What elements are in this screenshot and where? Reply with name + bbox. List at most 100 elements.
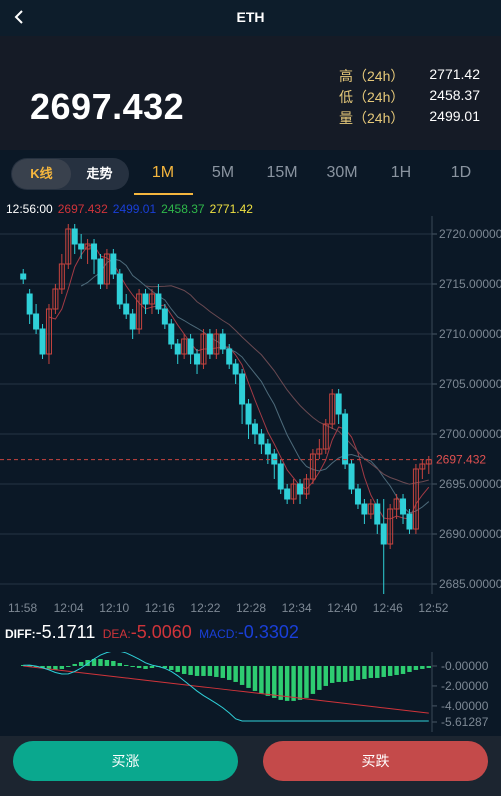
- candle-body: [161, 308, 168, 325]
- y-tick-label: 2685.00000: [439, 577, 501, 591]
- macd-bar: [317, 665, 322, 690]
- macd-diff-value: -5.1711: [35, 622, 96, 642]
- stat-low: 低（24h） 2458.37: [339, 87, 489, 107]
- candle-body: [168, 323, 175, 345]
- last-price-label: 2697.432: [436, 453, 486, 467]
- candle-body: [123, 303, 130, 315]
- diff-line: [23, 652, 429, 722]
- macd-bar: [297, 665, 303, 700]
- stat-value: 2771.42: [429, 66, 480, 82]
- candle-body: [129, 313, 136, 330]
- tab-trend[interactable]: 走势: [71, 159, 128, 189]
- tab-interval-5m[interactable]: 5M: [201, 164, 245, 182]
- candle-body: [206, 333, 213, 355]
- candle-body: [71, 228, 78, 245]
- macd-bar: [149, 665, 155, 668]
- macd-bar: [387, 665, 393, 676]
- buy-down-button[interactable]: 买跌: [263, 741, 488, 781]
- candle-body: [277, 463, 284, 490]
- macd-bar: [130, 665, 135, 667]
- macd-bar: [66, 665, 71, 667]
- candle-body: [26, 293, 33, 315]
- legend-close: 2771.42: [209, 202, 253, 216]
- page-title: ETH: [236, 9, 265, 25]
- ma10-line: [80, 258, 430, 514]
- candle-body: [258, 433, 265, 445]
- macd-bar: [214, 665, 219, 677]
- macd-bar: [233, 665, 238, 682]
- legend-high: 2499.01: [112, 202, 157, 216]
- candle-body: [232, 363, 239, 375]
- macd-bar: [239, 665, 245, 685]
- candle-body: [335, 393, 342, 415]
- macd-bar: [201, 665, 206, 676]
- candle-body: [110, 253, 117, 275]
- candle-body: [239, 373, 246, 405]
- candle-body: [245, 403, 252, 425]
- tab-interval-30m[interactable]: 30M: [320, 164, 364, 182]
- macd-diff-label: DIFF:: [5, 627, 36, 641]
- candle-body: [20, 273, 27, 280]
- stat-high: 高（24h） 2771.42: [339, 66, 489, 86]
- x-tick-label: 12:10: [99, 601, 129, 615]
- macd-bar: [323, 665, 328, 686]
- macd-bar: [143, 665, 148, 669]
- candle-body: [226, 348, 233, 365]
- x-tick-label: 11:58: [8, 601, 37, 615]
- chart-mode-toggle: K线 走势: [11, 158, 129, 190]
- trade-bar: 买涨 买跌: [0, 736, 501, 796]
- macd-bar: [407, 665, 412, 672]
- macd-bar: [265, 665, 271, 696]
- macd-bar: [169, 665, 174, 670]
- candle-body: [348, 463, 355, 490]
- y-tick-label: 2705.00000: [439, 377, 501, 391]
- legend-time: 12:56:00: [6, 202, 53, 216]
- macd-bar: [181, 665, 187, 674]
- macd-macd-value: -0.3302: [237, 622, 299, 642]
- tab-interval-1h[interactable]: 1H: [379, 164, 423, 182]
- macd-bar: [188, 665, 193, 675]
- price-summary: 2697.432 高（24h） 2771.42 低（24h） 2458.37 量…: [0, 36, 501, 150]
- tab-kline[interactable]: K线: [12, 159, 71, 189]
- tab-interval-1d[interactable]: 1D: [439, 164, 483, 182]
- candlestick-chart[interactable]: 2720.00000 2715.00000 2710.00000 2705.00000…: [0, 216, 501, 620]
- macd-chart[interactable]: -0.00000 -2.00000 -4.00000 -5.61287: [0, 652, 501, 732]
- legend-open: 2697.432: [57, 202, 108, 216]
- macd-bar: [78, 661, 84, 666]
- macd-bar: [207, 665, 213, 676]
- stat-value: 2458.37: [429, 87, 480, 103]
- candle-body: [33, 313, 40, 330]
- macd-bar: [330, 665, 335, 683]
- macd-bar: [194, 665, 200, 676]
- stat-label: 低（24h）: [339, 89, 405, 105]
- candle-body: [406, 513, 413, 530]
- y-tick-label: 2690.00000: [439, 527, 501, 541]
- stat-label: 高（24h）: [339, 68, 405, 84]
- candle-body: [354, 488, 361, 505]
- macd-bar: [394, 665, 399, 675]
- active-tab-indicator: [134, 193, 193, 195]
- candle-body: [194, 353, 201, 365]
- candle-body: [297, 483, 304, 495]
- stat-value: 2499.01: [429, 108, 480, 124]
- chart-tabs: K线 走势 1M 5M 15M 30M 1H 1D: [0, 150, 501, 198]
- tab-interval-1m[interactable]: 1M: [141, 164, 185, 182]
- tab-interval-15m[interactable]: 15M: [260, 164, 304, 182]
- macd-bar: [278, 665, 283, 700]
- macd-bar: [381, 665, 386, 677]
- macd-bar: [59, 665, 65, 669]
- x-tick-label: 12:34: [282, 601, 312, 615]
- candle-body: [97, 258, 104, 285]
- candle-body: [264, 443, 271, 455]
- buy-up-button[interactable]: 买涨: [13, 741, 238, 781]
- y-tick-label: -5.61287: [441, 715, 489, 729]
- ma20-line: [145, 285, 429, 485]
- macd-bar: [400, 665, 406, 674]
- macd-bar: [362, 665, 367, 679]
- macd-bar: [349, 665, 354, 681]
- top-bar: ETH: [0, 0, 501, 36]
- macd-bar: [175, 665, 180, 672]
- stat-volume: 量（24h） 2499.01: [339, 108, 489, 128]
- macd-bar: [375, 665, 380, 678]
- x-tick-label: 12:46: [373, 601, 403, 615]
